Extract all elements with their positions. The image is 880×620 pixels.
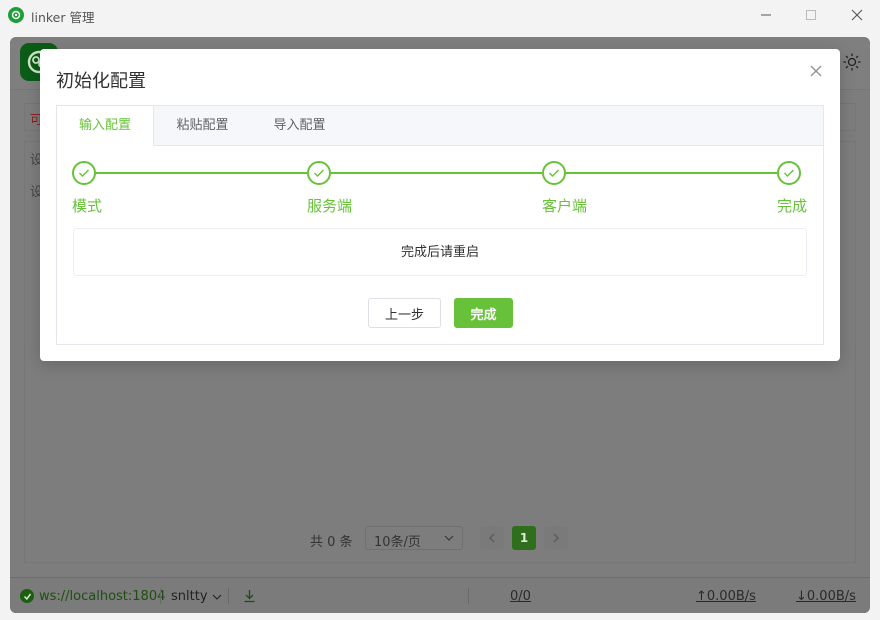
pagination: 共 0 条 10条/页 1 [10,523,870,555]
step-connector [94,172,307,174]
next-page-button[interactable] [544,526,568,550]
tab-import-config[interactable]: 导入配置 [251,106,348,145]
chevron-right-icon [553,533,559,543]
status-divider [160,588,161,604]
finish-button[interactable]: 完成 [454,298,513,328]
download-speed[interactable]: ↓0.00B/s [796,589,856,604]
step-4-label: 完成 [777,197,808,215]
ws-address[interactable]: ws://localhost:1804 [39,589,165,604]
step-4-check-icon [777,161,801,185]
maximize-button[interactable] [801,5,821,25]
init-config-dialog: 初始化配置 输入配置 粘贴配置 导入配置 模式 服务端 客户端 完成 完成后请重… [40,49,840,361]
close-icon [810,65,822,77]
restart-notice: 完成后请重启 [73,228,807,276]
download-icon[interactable] [243,589,256,603]
user-name: snltty [171,589,208,604]
step-1-check-icon [72,161,96,185]
user-menu[interactable]: snltty [171,589,222,604]
step-connector [329,172,542,174]
step-2-check-icon [307,161,331,185]
tab-input-config[interactable]: 输入配置 [57,106,154,146]
window-close-button[interactable] [847,5,867,25]
connected-check-icon [20,589,34,603]
step-3-label: 客户端 [542,197,588,215]
step-connector [564,172,777,174]
status-bar: ws://localhost:1804 snltty 0/0 ↑0.00B/s … [10,577,870,613]
pager-total: 共 0 条 [310,535,353,550]
chevron-down-icon [444,535,454,541]
chevron-down-icon [212,594,222,600]
page-number-button[interactable]: 1 [512,526,536,550]
app-logo-icon [8,7,24,23]
page-size-value: 10条/页 [374,535,421,550]
tab-paste-config[interactable]: 粘贴配置 [154,106,251,145]
config-tabs: 输入配置 粘贴配置 导入配置 [57,106,823,146]
chevron-left-icon [489,533,495,543]
status-divider [468,588,469,604]
window-title: linker 管理 [31,10,95,25]
theme-sun-icon[interactable] [843,53,861,71]
step-2-label: 服务端 [307,197,353,215]
prev-page-button[interactable] [480,526,504,550]
step-3-check-icon [542,161,566,185]
status-divider [228,588,229,604]
dialog-close-button[interactable] [808,63,824,79]
upload-speed[interactable]: ↑0.00B/s [696,589,756,604]
dialog-title: 初始化配置 [56,71,146,92]
minimize-button[interactable] [756,5,776,25]
previous-step-button[interactable]: 上一步 [368,298,441,328]
step-1-label: 模式 [72,197,103,215]
page-size-select[interactable]: 10条/页 [365,526,463,550]
connection-counter[interactable]: 0/0 [510,589,531,604]
window-titlebar: linker 管理 [0,0,880,30]
steps-progress: 模式 服务端 客户端 完成 [72,161,810,221]
config-card: 输入配置 粘贴配置 导入配置 模式 服务端 客户端 完成 完成后请重启 上一步 … [56,105,824,345]
